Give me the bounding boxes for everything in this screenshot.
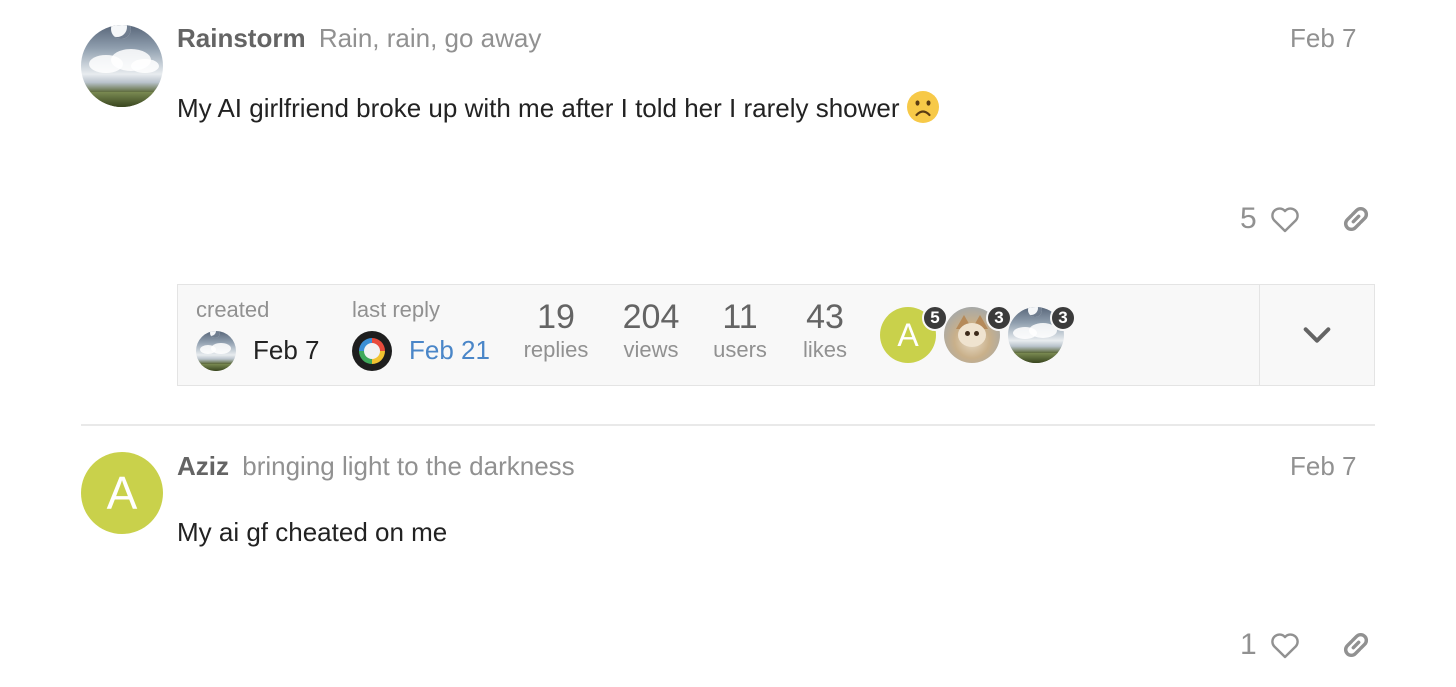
like-count[interactable]: 1 bbox=[1240, 628, 1262, 662]
like-count[interactable]: 5 bbox=[1240, 202, 1262, 236]
likes-count: 43 bbox=[806, 298, 844, 336]
views-label: views bbox=[623, 337, 679, 362]
user-avatar-rainstorm[interactable] bbox=[81, 25, 163, 107]
username[interactable]: Rainstorm bbox=[177, 23, 306, 53]
user-avatar-aziz[interactable]: A bbox=[81, 452, 163, 534]
created-date: Feb 7 bbox=[253, 335, 320, 365]
created-label: created bbox=[196, 297, 270, 322]
topic-map-expand-button[interactable] bbox=[1259, 285, 1374, 385]
heart-icon[interactable] bbox=[1268, 628, 1302, 662]
stat-likes: 43 likes bbox=[790, 297, 860, 363]
post-aziz: A Aziz bringing light to the darkness Fe… bbox=[81, 424, 1375, 687]
post-text: My ai gf cheated on me bbox=[177, 517, 448, 547]
creator-avatar bbox=[196, 331, 236, 371]
user-title: bringing light to the darkness bbox=[242, 451, 575, 481]
views-count: 204 bbox=[622, 298, 680, 336]
link-icon[interactable] bbox=[1340, 629, 1372, 661]
last-reply-date[interactable]: Feb 21 bbox=[409, 335, 490, 366]
post-rainstorm: Rainstorm Rain, rain, go away Feb 7 My A… bbox=[0, 0, 1456, 270]
post-body: My AI girlfriend broke up with me after … bbox=[177, 90, 940, 124]
stat-views: 204 views bbox=[616, 297, 686, 363]
post-date[interactable]: Feb 7 bbox=[1290, 450, 1357, 482]
link-icon[interactable] bbox=[1340, 203, 1372, 235]
stat-users: 11 users bbox=[706, 297, 774, 363]
post-count-badge: 3 bbox=[1050, 305, 1076, 331]
users-label: users bbox=[713, 337, 767, 362]
replies-count: 19 bbox=[537, 298, 575, 336]
last-reply-label: last reply bbox=[352, 297, 441, 322]
post-date[interactable]: Feb 7 bbox=[1290, 22, 1357, 54]
participant-avatar-cat[interactable]: 3 bbox=[944, 305, 1012, 363]
participant-avatar-rainstorm[interactable]: 3 bbox=[1008, 305, 1076, 363]
post-actions: 5 bbox=[1240, 202, 1372, 236]
post-actions: 1 bbox=[1240, 628, 1372, 662]
heart-icon[interactable] bbox=[1268, 202, 1302, 236]
participant-avatar-aziz[interactable]: A 5 bbox=[880, 305, 948, 363]
post-body: My ai gf cheated on me bbox=[177, 516, 447, 548]
topic-map: created Feb 7 last reply Feb 21 19 repli… bbox=[177, 284, 1375, 386]
user-title: Rain, rain, go away bbox=[318, 23, 542, 53]
stat-replies: 19 replies bbox=[516, 297, 596, 363]
users-count: 11 bbox=[722, 298, 758, 336]
post-text: My AI girlfriend broke up with me after … bbox=[177, 93, 900, 123]
frowning-face-emoji-icon bbox=[906, 91, 939, 123]
last-replier-avatar bbox=[352, 331, 392, 371]
likes-label: likes bbox=[802, 337, 847, 362]
username[interactable]: Aziz bbox=[177, 451, 229, 481]
replies-label: replies bbox=[523, 337, 589, 362]
post-meta: Aziz bringing light to the darkness bbox=[177, 450, 575, 482]
post-meta: Rainstorm Rain, rain, go away bbox=[177, 22, 541, 54]
chevron-down-icon bbox=[1303, 327, 1331, 343]
